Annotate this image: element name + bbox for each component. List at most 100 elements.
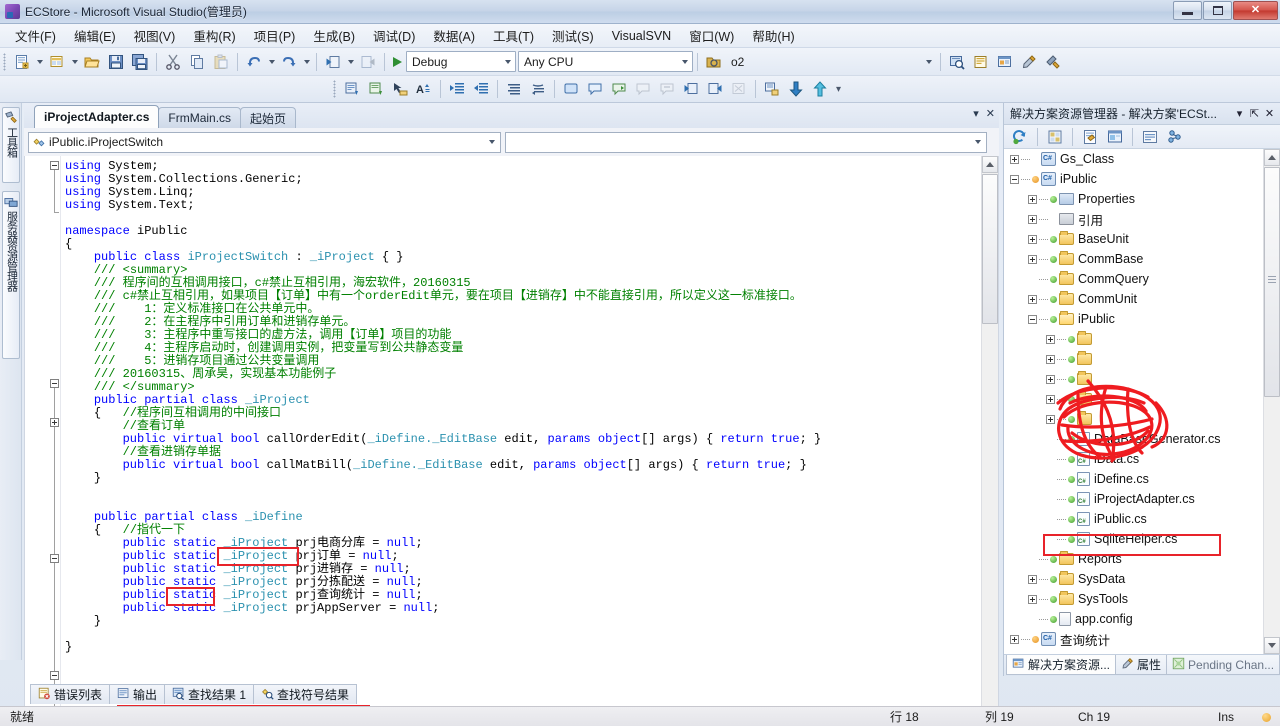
redo-icon[interactable] xyxy=(278,51,300,73)
tree-item[interactable]: CommUnit xyxy=(1004,289,1280,309)
open-file-icon[interactable] xyxy=(81,51,103,73)
tree-item[interactable]: iPublic.cs xyxy=(1004,509,1280,529)
tree-collapse-icon[interactable] xyxy=(1010,174,1019,184)
insert-snippet-icon[interactable] xyxy=(584,78,606,100)
properties-window-toolbar-icon[interactable] xyxy=(1018,51,1040,73)
move-up-icon[interactable] xyxy=(809,78,831,100)
tree-expander-icon[interactable] xyxy=(1046,354,1055,364)
toolbar-overflow-icon[interactable]: ▾ xyxy=(836,84,841,95)
tree-item[interactable]: Gs_Class xyxy=(1004,149,1280,169)
properties-icon[interactable] xyxy=(1079,126,1101,148)
solution-platform-combo[interactable]: Any CPU xyxy=(518,51,693,72)
tree-item[interactable]: 查询统计 xyxy=(1004,629,1280,649)
new-item-icon[interactable] xyxy=(46,51,68,73)
bottom-tab-find-symbol-results[interactable]: 查找符号结果 xyxy=(253,684,358,704)
tree-item[interactable] xyxy=(1004,349,1280,369)
tree-expander-icon[interactable] xyxy=(1028,214,1037,224)
solution-tree[interactable]: Gs_Class iPublic Properties 引用 BaseUnit CommB… xyxy=(1004,149,1280,654)
scroll-up-arrow-icon[interactable] xyxy=(982,156,998,173)
panel-dropdown-icon[interactable]: ▾ xyxy=(1232,106,1247,122)
tree-expander-icon[interactable] xyxy=(1010,154,1019,164)
menu-item-data[interactable]: 数据(A) xyxy=(424,22,484,49)
tree-expander-icon[interactable] xyxy=(1028,294,1037,304)
tree-item[interactable]: CommBase xyxy=(1004,249,1280,269)
new-query-icon[interactable] xyxy=(970,51,992,73)
tree-vertical-scrollbar[interactable] xyxy=(1263,149,1280,654)
font-size-icon[interactable]: A xyxy=(413,78,435,100)
start-debugging-button[interactable] xyxy=(389,56,406,67)
menu-item-project[interactable]: 项目(P) xyxy=(245,22,305,49)
tree-expander-icon[interactable] xyxy=(1028,594,1037,604)
menu-item-view[interactable]: 视图(V) xyxy=(125,22,185,49)
toolbar-grip[interactable] xyxy=(3,52,6,71)
navigate-backward-dropdown-icon[interactable] xyxy=(345,51,356,73)
toolbox-toolbar-icon[interactable] xyxy=(1042,51,1064,73)
tree-expander-icon[interactable] xyxy=(1028,254,1037,264)
editor-tab-start-page[interactable]: 起始页 xyxy=(240,107,297,128)
text-editor-toolbar-grip[interactable] xyxy=(333,80,336,98)
clear-bookmarks-icon[interactable] xyxy=(728,78,750,100)
refresh-icon[interactable] xyxy=(1009,126,1031,148)
tree-item[interactable]: SysTools xyxy=(1004,589,1280,609)
tree-scroll-down-arrow-icon[interactable] xyxy=(1264,637,1280,654)
tree-scroll-up-arrow-icon[interactable] xyxy=(1264,149,1280,166)
tree-expander-icon[interactable] xyxy=(1046,374,1055,384)
code-editor[interactable]: using System; using System.Collections.G… xyxy=(24,156,999,726)
navigate-backward-icon[interactable] xyxy=(322,51,344,73)
comment-selection-icon[interactable] xyxy=(341,78,363,100)
previous-bookmark-icon[interactable] xyxy=(680,78,702,100)
menu-item-refactor[interactable]: 重构(R) xyxy=(184,22,244,49)
tree-item[interactable]: SqliteHelper.cs xyxy=(1004,529,1280,549)
menu-item-help[interactable]: 帮助(H) xyxy=(743,22,803,49)
tree-item[interactable]: BaseUnit xyxy=(1004,229,1280,249)
decrease-indent-icon[interactable] xyxy=(470,78,492,100)
find-in-files-icon[interactable] xyxy=(946,51,968,73)
tree-item[interactable]: 引用 xyxy=(1004,209,1280,229)
tree-item[interactable]: app.config xyxy=(1004,609,1280,629)
startup-target-combo[interactable]: o2 xyxy=(726,51,936,72)
editor-tab-frmmain[interactable]: FrmMain.cs xyxy=(158,107,242,128)
bottom-tab-find-results[interactable]: 查找结果 1 xyxy=(164,684,255,704)
tree-item[interactable] xyxy=(1004,409,1280,429)
editor-tab-iprojectadapter[interactable]: iProjectAdapter.cs xyxy=(34,105,160,128)
panel-close-icon[interactable]: ✕ xyxy=(1262,106,1277,122)
type-navigation-chevron-down-icon[interactable] xyxy=(484,140,500,144)
new-project-dropdown-icon[interactable] xyxy=(34,51,45,73)
uncomment-block-icon[interactable] xyxy=(656,78,678,100)
target-project-icon[interactable] xyxy=(703,51,725,73)
code-vertical-scrollbar[interactable] xyxy=(981,156,998,726)
configuration-chevron-down-icon[interactable] xyxy=(500,52,515,71)
tree-item[interactable]: iDefine.cs xyxy=(1004,469,1280,489)
surround-with-icon[interactable] xyxy=(608,78,630,100)
tree-expander-icon[interactable] xyxy=(1028,234,1037,244)
tree-item[interactable] xyxy=(1004,389,1280,409)
save-icon[interactable] xyxy=(105,51,127,73)
tree-item[interactable]: Reports xyxy=(1004,549,1280,569)
menu-item-debug[interactable]: 调试(D) xyxy=(364,22,424,49)
tree-item[interactable]: Properties xyxy=(1004,189,1280,209)
undo-dropdown-icon[interactable] xyxy=(266,51,277,73)
tree-scroll-thumb[interactable] xyxy=(1264,167,1280,397)
view-code-icon[interactable] xyxy=(1139,126,1161,148)
next-bookmark-icon[interactable] xyxy=(704,78,726,100)
tree-expander-icon[interactable] xyxy=(1046,394,1055,404)
tab-close-icon[interactable]: ✕ xyxy=(986,107,995,120)
bottom-tab-error-list[interactable]: 错误列表 xyxy=(30,684,111,704)
move-down-icon[interactable] xyxy=(785,78,807,100)
se-tab-properties[interactable]: 属性 xyxy=(1115,655,1168,675)
menu-item-visualsvn[interactable]: VisualSVN xyxy=(603,25,681,47)
tree-item[interactable] xyxy=(1004,329,1280,349)
quick-info-icon[interactable] xyxy=(560,78,582,100)
member-navigation-chevron-down-icon[interactable] xyxy=(970,140,986,144)
navigate-forward-icon[interactable] xyxy=(357,51,379,73)
bottom-tab-output[interactable]: 输出 xyxy=(109,684,166,704)
tree-item[interactable]: iData.cs xyxy=(1004,449,1280,469)
startup-target-chevron-down-icon[interactable] xyxy=(921,52,936,71)
copy-icon[interactable] xyxy=(186,51,208,73)
type-navigation-combo[interactable]: iPublic.iProjectSwitch xyxy=(28,131,501,153)
se-tab-pending-changes[interactable]: Pending Chan... xyxy=(1166,655,1280,675)
close-button[interactable]: ✕ xyxy=(1233,1,1278,20)
maximize-button[interactable] xyxy=(1203,1,1232,20)
menu-item-file[interactable]: 文件(F) xyxy=(6,22,65,49)
parameter-info-icon[interactable] xyxy=(527,78,549,100)
